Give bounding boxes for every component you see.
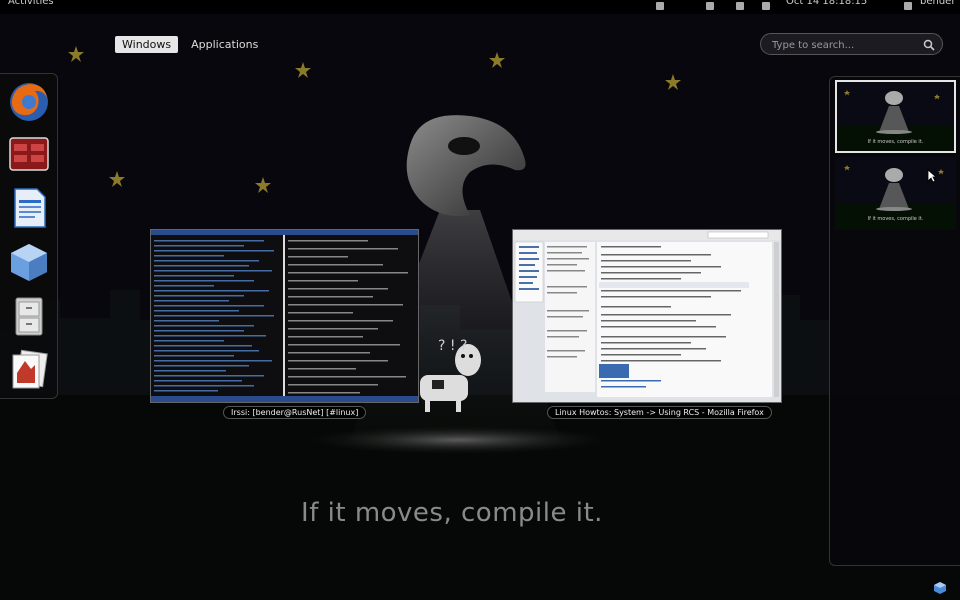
- box-icon[interactable]: [7, 240, 51, 284]
- user-menu[interactable]: bender: [920, 0, 955, 8]
- network-icon[interactable]: [656, 2, 664, 10]
- search-input[interactable]: [770, 36, 919, 54]
- volume-icon[interactable]: [706, 2, 714, 10]
- window-title-irssi[interactable]: Irssi: [bender@RusNet] [#linux]: [223, 406, 367, 419]
- overview-tabs: Windows Applications: [115, 36, 265, 53]
- battery-icon[interactable]: [736, 2, 744, 10]
- wallpaper-tagline: If it moves, compile it.: [301, 498, 603, 528]
- message-tray-icon[interactable]: [933, 581, 947, 595]
- clock[interactable]: Oct 14 18:18:15: [786, 0, 867, 8]
- window-thumbnail-firefox[interactable]: [512, 229, 782, 403]
- mouse-cursor-icon: [927, 169, 937, 183]
- search-icon: [923, 39, 935, 51]
- terminal-content: [151, 230, 418, 402]
- workspace-switcher: If it moves, compile it. If it moves, co…: [829, 76, 960, 566]
- dash: [0, 73, 58, 399]
- top-bar: Activities Oct 14 18:18:15 bender: [0, 0, 960, 14]
- tab-windows[interactable]: Windows: [115, 36, 179, 53]
- file-cabinet-icon[interactable]: [7, 294, 51, 338]
- writer-icon[interactable]: [7, 186, 51, 230]
- workspace-2-caption: If it moves, compile it.: [867, 216, 924, 222]
- terminal-icon[interactable]: [7, 132, 51, 176]
- documents-icon[interactable]: [7, 347, 51, 391]
- window-title-firefox[interactable]: Linux Howtos: System -> Using RCS - Mozi…: [547, 406, 772, 419]
- user-icon[interactable]: [904, 2, 912, 10]
- activities-button[interactable]: Activities: [8, 0, 54, 8]
- search-box[interactable]: [760, 33, 943, 55]
- workspace-2[interactable]: If it moves, compile it.: [835, 157, 956, 230]
- window-thumbnail-irssi[interactable]: [150, 229, 419, 403]
- workspace-1[interactable]: If it moves, compile it.: [835, 80, 956, 153]
- tab-applications[interactable]: Applications: [184, 36, 265, 53]
- firefox-icon[interactable]: [7, 80, 51, 124]
- browser-content: [513, 230, 781, 402]
- svg-text:? ! ?: ? ! ?: [438, 338, 467, 354]
- accessibility-icon[interactable]: [762, 2, 770, 10]
- workspace-1-caption: If it moves, compile it.: [867, 139, 924, 145]
